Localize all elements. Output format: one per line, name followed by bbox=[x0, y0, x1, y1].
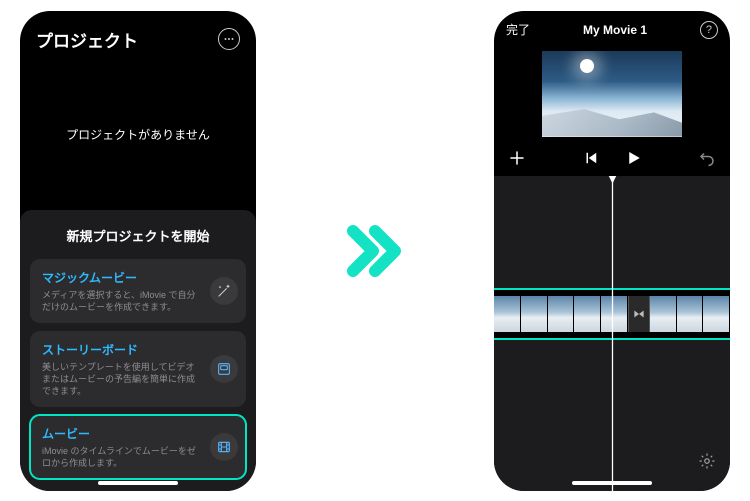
clip-thumbnail bbox=[494, 296, 521, 332]
projects-screen: プロジェクト プロジェクトがありません 新規プロジェクトを開始 マジックムービー… bbox=[20, 11, 256, 491]
option-desc: メディアを選択すると、iMovie で自分だけのムービーを作成できます。 bbox=[42, 289, 202, 313]
add-media-button[interactable] bbox=[508, 149, 526, 167]
more-menu-button[interactable] bbox=[218, 28, 240, 50]
clip-thumbnail bbox=[574, 296, 601, 332]
video-preview[interactable] bbox=[542, 51, 682, 137]
option-title: ムービー bbox=[42, 425, 202, 442]
flow-arrow bbox=[325, 219, 425, 283]
option-desc: iMovie のタイムラインでムービーをゼロから作成します。 bbox=[42, 445, 202, 469]
option-magic-movie[interactable]: マジックムービー メディアを選択すると、iMovie で自分だけのムービーを作成… bbox=[30, 259, 246, 323]
clip-1[interactable] bbox=[494, 296, 628, 332]
playback-controls bbox=[494, 145, 730, 175]
play-button[interactable] bbox=[624, 149, 642, 167]
magic-wand-icon bbox=[210, 277, 238, 305]
film-icon bbox=[210, 433, 238, 461]
option-title: マジックムービー bbox=[42, 269, 202, 286]
empty-state: プロジェクトがありません bbox=[20, 60, 256, 210]
preview-content bbox=[542, 102, 682, 136]
empty-state-text: プロジェクトがありません bbox=[66, 126, 210, 143]
help-button[interactable]: ? bbox=[700, 21, 718, 39]
page-title: プロジェクト bbox=[36, 27, 138, 52]
clip-2[interactable] bbox=[650, 296, 730, 332]
to-start-button[interactable] bbox=[582, 149, 600, 167]
option-movie[interactable]: ムービー iMovie のタイムラインでムービーをゼロから作成します。 bbox=[30, 415, 246, 479]
clip-thumbnail bbox=[548, 296, 575, 332]
projects-header: プロジェクト bbox=[20, 11, 256, 60]
timeline[interactable] bbox=[494, 175, 730, 491]
done-button[interactable]: 完了 bbox=[506, 21, 530, 38]
clip-thumbnail bbox=[650, 296, 677, 332]
storyboard-icon bbox=[210, 355, 238, 383]
transition-icon bbox=[632, 307, 646, 321]
new-project-title: 新規プロジェクトを開始 bbox=[30, 226, 246, 245]
editor-screen: 完了 My Movie 1 ? bbox=[494, 11, 730, 491]
clip-thumbnail bbox=[677, 296, 704, 332]
home-indicator bbox=[98, 481, 178, 485]
plus-icon bbox=[508, 149, 526, 167]
undo-icon bbox=[698, 149, 716, 167]
preview-content bbox=[580, 59, 594, 73]
clip-thumbnail bbox=[601, 296, 628, 332]
play-icon bbox=[624, 149, 642, 167]
transport-controls bbox=[582, 149, 642, 167]
option-desc: 美しいテンプレートを使用してビデオまたはムービーの予告編を簡単に作成できます。 bbox=[42, 361, 202, 397]
clip-thumbnail bbox=[521, 296, 548, 332]
editor-header: 完了 My Movie 1 ? bbox=[494, 11, 730, 45]
chevron-right-double-icon bbox=[343, 219, 407, 283]
clip-thumbnail bbox=[703, 296, 730, 332]
transition-button[interactable] bbox=[628, 296, 650, 332]
new-project-panel: 新規プロジェクトを開始 マジックムービー メディアを選択すると、iMovie で… bbox=[20, 210, 256, 491]
playhead[interactable] bbox=[612, 176, 613, 491]
gear-icon bbox=[698, 452, 716, 470]
movie-title: My Movie 1 bbox=[583, 23, 647, 37]
undo-button[interactable] bbox=[698, 149, 716, 167]
skip-start-icon bbox=[582, 149, 600, 167]
option-storyboard[interactable]: ストーリーボード 美しいテンプレートを使用してビデオまたはムービーの予告編を簡単… bbox=[30, 331, 246, 407]
option-title: ストーリーボード bbox=[42, 341, 202, 358]
ellipsis-icon bbox=[223, 33, 235, 45]
settings-button[interactable] bbox=[698, 452, 716, 475]
